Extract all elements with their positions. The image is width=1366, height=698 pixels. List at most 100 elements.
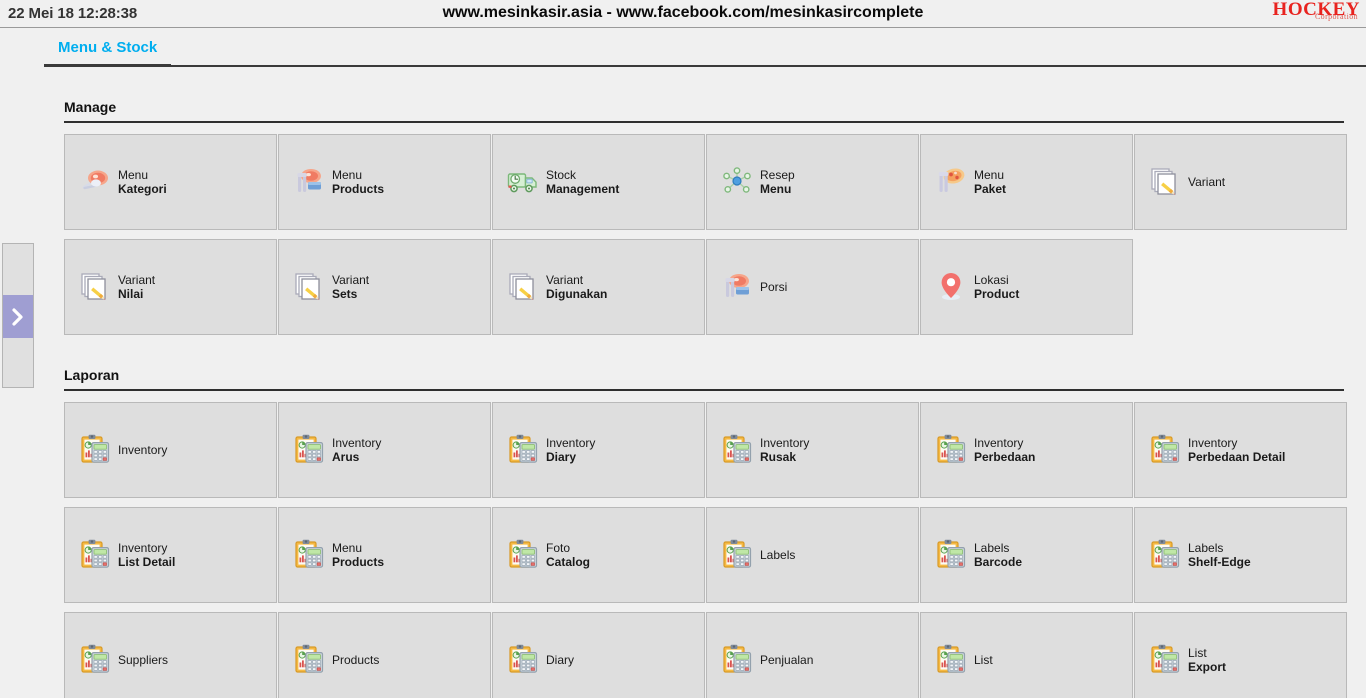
tile-label: Labels Shelf-Edge [1188,541,1251,569]
tile-menu-paket[interactable]: Menu Paket [920,134,1133,230]
tile-label-line2: Menu [760,182,792,196]
tile-label: Diary [546,653,574,667]
tile-label-line1: Inventory [760,436,810,450]
tile-label: List Export [1188,646,1226,674]
tile-label-line2: Products [332,555,385,569]
clipboard-calculator-icon [507,433,539,467]
tile-diary[interactable]: Diary [492,612,705,698]
tile-label-line1: Inventory [118,443,168,457]
tile-label: Labels Barcode [974,541,1022,569]
tile-inventory-diary[interactable]: Inventory Diary [492,402,705,498]
tab-menu-and-stock[interactable]: Menu & Stock [44,28,172,66]
tile-labels-barcode[interactable]: Labels Barcode [920,507,1133,603]
tile-label: List [974,653,993,667]
tile-inventory-perbedaan-detail[interactable]: Inventory Perbedaan Detail [1134,402,1347,498]
tile-label-line1: Porsi [760,280,788,294]
tile-lokasi-product[interactable]: Lokasi Product [920,239,1133,335]
tile-label: Resep Menu [760,168,795,196]
steak-tools-icon [293,165,325,199]
tile-label-line1: Inventory [118,541,168,555]
clipboard-calculator-icon [293,643,325,677]
tile-label: Inventory Perbedaan [974,436,1035,464]
clipboard-calculator-icon [1149,538,1181,572]
tile-label-line1: Products [332,653,380,667]
tile-menu-products[interactable]: Menu Products [278,507,491,603]
tile-penjualan[interactable]: Penjualan [706,612,919,698]
top-bar: 22 Mei 18 12:28:38 www.mesinkasir.asia -… [0,0,1366,28]
tile-label: Menu Paket [974,168,1006,196]
tile-porsi[interactable]: Porsi [706,239,919,335]
tile-label-line1: Labels [1188,541,1224,555]
network-nodes-icon [721,165,753,199]
clipboard-calculator-icon [293,433,325,467]
tile-label-line2: Shelf-Edge [1188,555,1251,569]
steak-tools-icon [721,270,753,304]
section-divider [64,121,1344,123]
content-area: Manage Menu Kategori Menu Products Stock Ma… [0,67,1366,698]
tile-labels-shelf-edge[interactable]: Labels Shelf-Edge [1134,507,1347,603]
tile-inventory-perbedaan[interactable]: Inventory Perbedaan [920,402,1133,498]
tile-label: Inventory Rusak [760,436,809,464]
tile-label-line2: Barcode [974,555,1023,569]
tile-resep-menu[interactable]: Resep Menu [706,134,919,230]
section-laporan: Laporan Inventory Inventory Arus Invento… [0,335,1366,698]
tile-label-line1: Menu [332,168,363,182]
tile-label-line1: Labels [760,548,796,562]
site-url-title: www.mesinkasir.asia - www.facebook.com/m… [442,4,924,21]
section-title: Manage [64,99,117,115]
tile-variant-sets[interactable]: Variant Sets [278,239,491,335]
pages-pencil-icon [507,270,539,304]
tile-list[interactable]: List [920,612,1133,698]
tile-suppliers[interactable]: Suppliers [64,612,277,698]
pages-pencil-icon [79,270,111,304]
tile-inventory-arus[interactable]: Inventory Arus [278,402,491,498]
tile-label-line1: Foto [546,541,571,555]
tile-label-line2: Perbedaan [974,450,1036,464]
tile-label-line1: Menu [974,168,1005,182]
tile-label: Penjualan [760,653,813,667]
tile-label-line1: Menu [118,168,149,182]
tile-label-line1: Menu [332,541,363,555]
tile-variant-nilai[interactable]: Variant Nilai [64,239,277,335]
steak-cutlery-icon [79,165,111,199]
section-divider [64,389,1344,391]
tile-label-line2: Perbedaan Detail [1188,450,1286,464]
map-pin-icon [935,270,967,304]
tile-inventory-list-detail[interactable]: Inventory List Detail [64,507,277,603]
tile-products[interactable]: Products [278,612,491,698]
tile-placeholder [1134,239,1347,335]
tile-label-line1: Lokasi [974,273,1009,287]
clipboard-calculator-icon [79,643,111,677]
tile-label-line2: Diary [546,450,577,464]
tile-list-export[interactable]: List Export [1134,612,1347,698]
tile-labels[interactable]: Labels [706,507,919,603]
clipboard-calculator-icon [935,538,967,572]
tile-inventory-rusak[interactable]: Inventory Rusak [706,402,919,498]
tile-label-line2: Paket [974,182,1007,196]
tile-label-line1: List [1188,646,1207,660]
tile-label-line1: Inventory [332,436,382,450]
tile-label-line1: Inventory [974,436,1024,450]
section-header: Manage [64,67,1344,123]
tile-stock-management[interactable]: Stock Management [492,134,705,230]
tile-label: Variant Nilai [118,273,155,301]
tile-foto-catalog[interactable]: Foto Catalog [492,507,705,603]
clipboard-calculator-icon [293,538,325,572]
clipboard-calculator-icon [1149,643,1181,677]
clipboard-calculator-icon [935,433,967,467]
section-title: Laporan [64,367,120,383]
tile-label-line1: List [974,653,993,667]
tile-label-line1: Variant [1188,175,1226,189]
pages-pencil-icon [1149,165,1181,199]
clipboard-calculator-icon [721,433,753,467]
tile-label: Suppliers [118,653,168,667]
tile-menu-products[interactable]: Menu Products [278,134,491,230]
tile-label-line1: Variant [332,273,370,287]
tile-inventory[interactable]: Inventory [64,402,277,498]
tile-label: Menu Products [332,541,384,569]
tile-variant[interactable]: Variant [1134,134,1347,230]
tile-menu-kategori[interactable]: Menu Kategori [64,134,277,230]
tile-label: Foto Catalog [546,541,590,569]
tile-variant-digunakan[interactable]: Variant Digunakan [492,239,705,335]
tile-label-line2: Catalog [546,555,591,569]
